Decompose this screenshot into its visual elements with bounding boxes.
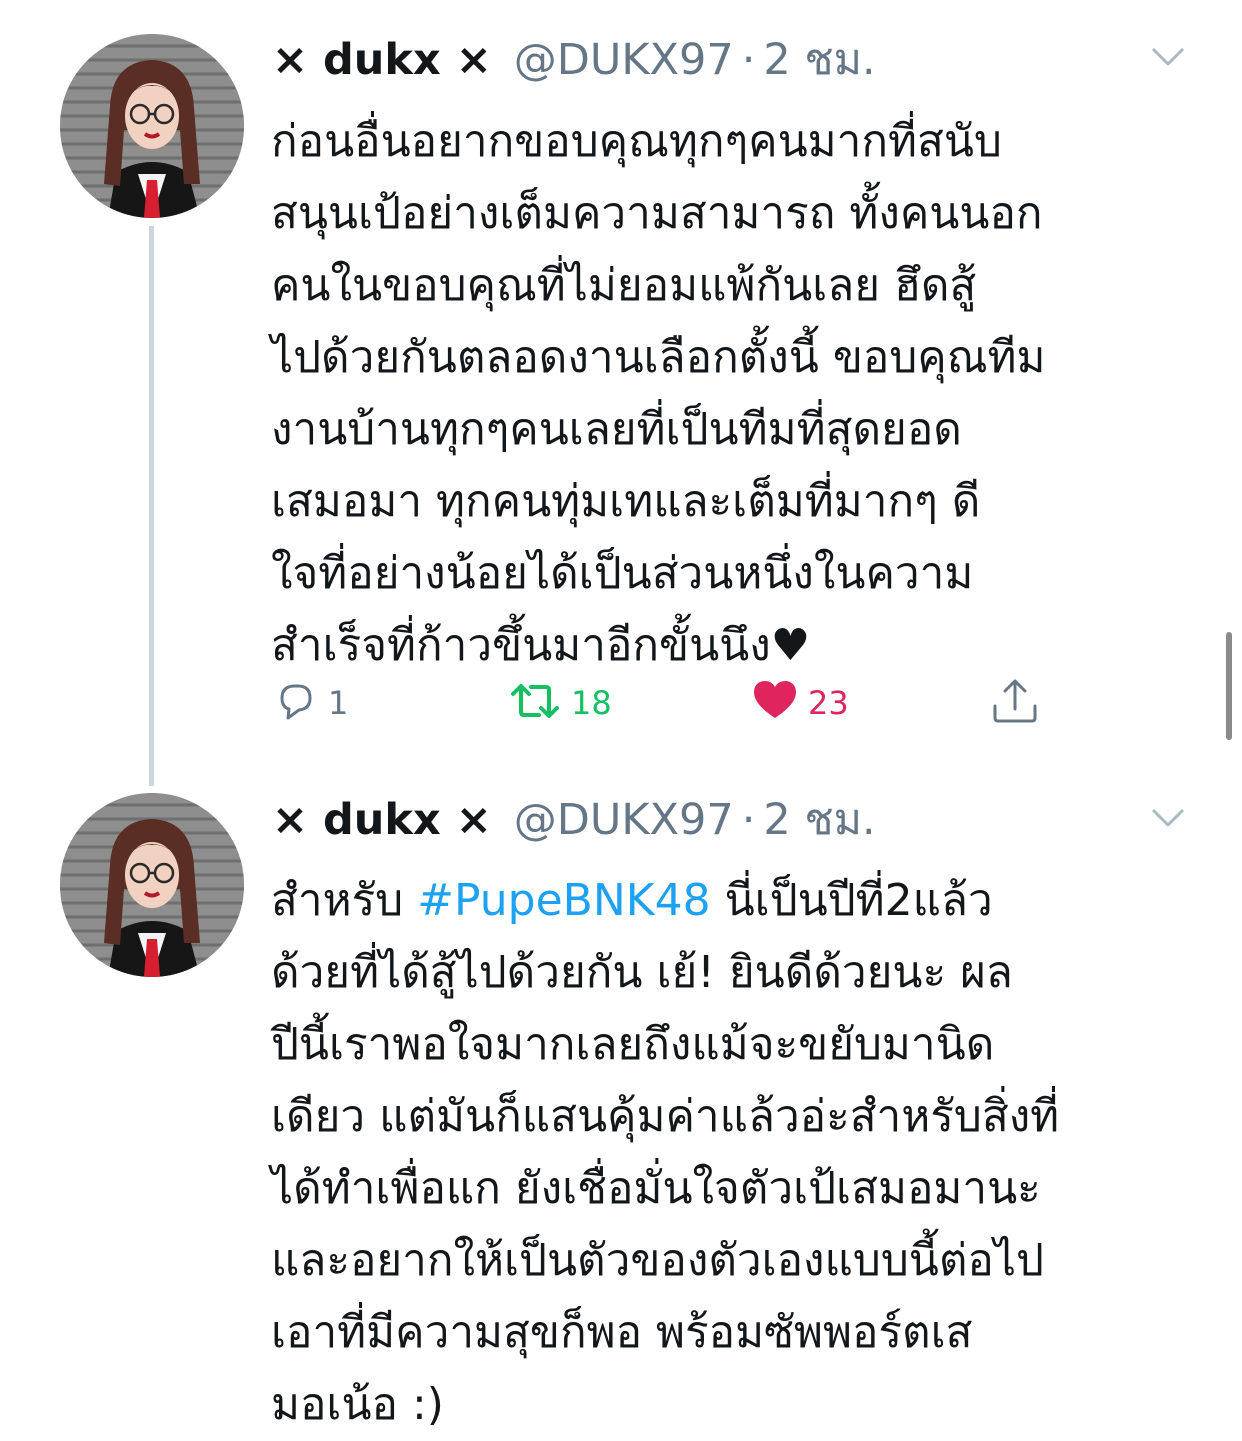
text-line: เสมอมา ทุกคนทุ่มเทและเต็มที่มากๆ ดี bbox=[271, 476, 981, 527]
like-button[interactable]: 23 bbox=[752, 675, 849, 731]
display-name[interactable]: × dukx × bbox=[272, 790, 492, 850]
text-line: สำหรับ #PupeBNK48 นี่เป็นปีที่2แล้ว bbox=[271, 865, 1201, 937]
chevron-down-icon[interactable] bbox=[1148, 42, 1188, 72]
handle[interactable]: @DUKX97 bbox=[514, 30, 734, 90]
tweet-actions: 1 18 23 bbox=[0, 675, 1242, 731]
chevron-down-icon[interactable] bbox=[1148, 803, 1188, 833]
timestamp[interactable]: 2 ชม. bbox=[763, 30, 875, 90]
share-button[interactable] bbox=[990, 675, 1040, 731]
tweet[interactable]: × dukx × @DUKX97 · 2 ชม. สำหรับ #PupeBNK… bbox=[0, 775, 1242, 1433]
text-line: ไปด้วยกันตลอดงานเลือกตั้งนี้ ขอบคุณทีม bbox=[271, 332, 1046, 383]
text-line: สำเร็จที่ก้าวขึ้นมาอีกขั้นนึง♥ bbox=[271, 620, 811, 671]
avatar[interactable] bbox=[60, 34, 244, 218]
text-segment: สำหรับ bbox=[271, 875, 418, 926]
retweet-count: 18 bbox=[571, 684, 612, 722]
timestamp[interactable]: 2 ชม. bbox=[763, 790, 875, 850]
separator: · bbox=[741, 35, 756, 85]
tweet-header: × dukx × @DUKX97 · 2 ชม. bbox=[272, 790, 876, 850]
text-line: สนุนเป้อย่างเต็มความสามารถ ทั้งคนนอก bbox=[271, 188, 1043, 239]
separator: · bbox=[741, 795, 756, 845]
tweet-header: × dukx × @DUKX97 · 2 ชม. bbox=[272, 30, 876, 90]
tweet-text: สำหรับ #PupeBNK48 นี่เป็นปีที่2แล้ว ด้วย… bbox=[271, 865, 1201, 1441]
retweet-icon bbox=[509, 678, 561, 728]
share-icon bbox=[990, 676, 1040, 730]
text-line: เดียว แต่มันก็แสนคุ้มค่าแล้วอ่ะสำหรับสิ่… bbox=[271, 1091, 1060, 1142]
text-segment: นี่เป็นปีที่2แล้ว bbox=[710, 875, 993, 926]
reply-icon bbox=[272, 678, 318, 728]
text-line: ปีนี้เราพอใจมากเลยถึงแม้จะขยับมานิด bbox=[271, 1019, 995, 1070]
handle[interactable]: @DUKX97 bbox=[514, 790, 734, 850]
tweet-text: ก่อนอื่นอยากขอบคุณทุกๆคนมากที่สนับ สนุนเ… bbox=[271, 106, 1201, 682]
retweet-button[interactable]: 18 bbox=[509, 675, 612, 731]
text-line: ใจที่อย่างน้อยได้เป็นส่วนหนึ่งในความ bbox=[271, 548, 974, 599]
reply-button[interactable]: 1 bbox=[272, 675, 348, 731]
text-line: เอาที่มีความสุขก็พอ พร้อมซัพพอร์ตเส bbox=[271, 1307, 973, 1358]
tweet[interactable]: × dukx × @DUKX97 · 2 ชม. ก่อนอื่นอยากขอบ… bbox=[0, 0, 1242, 786]
text-line: ด้วยที่ได้สู้ไปด้วยกัน เย้! ยินดีด้วยนะ … bbox=[271, 947, 1013, 998]
hashtag-link[interactable]: #PupeBNK48 bbox=[417, 875, 710, 926]
text-line: คนในขอบคุณที่ไม่ยอมแพ้กันเลย ฮึดสู้ bbox=[271, 260, 977, 311]
display-name[interactable]: × dukx × bbox=[272, 30, 492, 90]
text-line: งานบ้านทุกๆคนเลยที่เป็นทีมที่สุดยอด bbox=[271, 404, 962, 455]
text-line: และอยากให้เป็นตัวของตัวเองแบบนี้ต่อไป bbox=[271, 1235, 1044, 1286]
reply-count: 1 bbox=[328, 684, 349, 722]
avatar[interactable] bbox=[60, 793, 244, 977]
text-line: ก่อนอื่นอยากขอบคุณทุกๆคนมากที่สนับ bbox=[271, 116, 1002, 167]
scrollbar[interactable] bbox=[1226, 632, 1232, 740]
text-line: ได้ทำเพื่อแก ยังเชื่อมั่นใจตัวเป้เสมอมาน… bbox=[271, 1163, 1041, 1214]
text-line: มอเน้อ :) bbox=[271, 1379, 444, 1430]
like-count: 23 bbox=[808, 684, 849, 722]
heart-icon bbox=[752, 678, 798, 728]
